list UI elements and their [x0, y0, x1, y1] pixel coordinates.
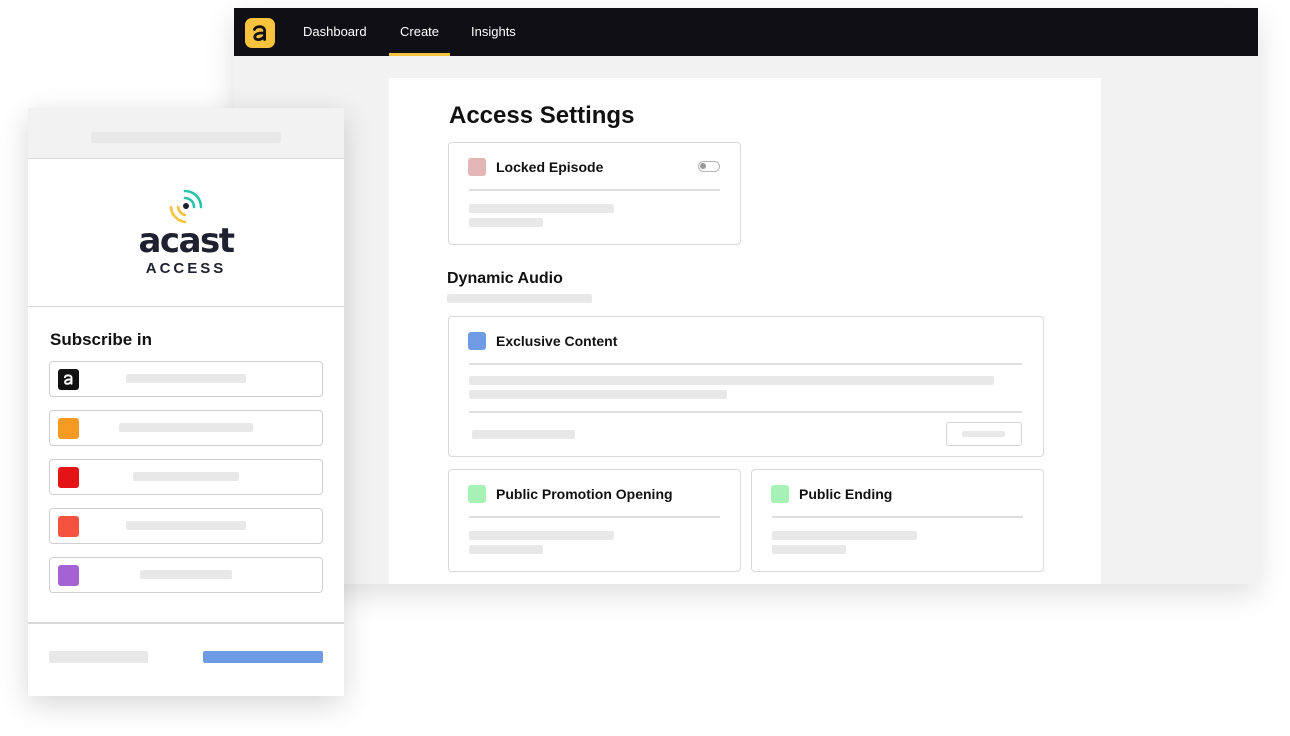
acast-wordmark: acast — [138, 221, 235, 261]
card-divider — [469, 516, 720, 518]
subscribe-option-5[interactable] — [49, 557, 323, 593]
placeholder-text — [469, 545, 543, 554]
placeholder-text — [126, 374, 246, 383]
nav-item-create[interactable]: Create — [388, 8, 451, 56]
placeholder-text — [49, 651, 148, 663]
placeholder-text — [772, 545, 846, 554]
acast-access-logo: acast ACCESS — [28, 159, 344, 307]
placeholder-text — [772, 531, 917, 540]
placeholder-text — [119, 423, 253, 432]
subscribe-option-2[interactable] — [49, 410, 323, 446]
subscribe-option-4[interactable] — [49, 508, 323, 544]
public-promotion-opening-label: Public Promotion Opening — [496, 486, 673, 502]
placeholder-text — [469, 390, 727, 399]
mobile-subscribe-window: acast ACCESS Subscribe in — [28, 108, 344, 696]
locked-episode-toggle[interactable] — [698, 161, 720, 172]
card-divider — [772, 516, 1023, 518]
exclusive-content-color-swatch — [468, 332, 486, 350]
placeholder-text — [469, 376, 994, 385]
public-promotion-opening-card: Public Promotion Opening — [448, 469, 741, 572]
top-navigation-bar: Dashboard Create Insights — [234, 8, 1258, 56]
placeholder-text — [140, 570, 232, 579]
placeholder-text — [469, 218, 543, 227]
placeholder-text — [469, 204, 614, 213]
nav-item-dashboard[interactable]: Dashboard — [303, 8, 367, 56]
locked-episode-color-swatch — [468, 158, 486, 176]
app-icon — [58, 516, 79, 537]
subscribe-option-3[interactable] — [49, 459, 323, 495]
acast-app-icon — [58, 369, 79, 390]
placeholder-text — [962, 431, 1005, 437]
exclusive-content-card: Exclusive Content — [448, 316, 1044, 457]
app-icon — [58, 418, 79, 439]
public-ending-card: Public Ending — [751, 469, 1044, 572]
placeholder-text — [472, 430, 575, 439]
mobile-primary-button[interactable] — [203, 651, 323, 663]
placeholder-text — [91, 132, 281, 143]
locked-episode-label: Locked Episode — [496, 159, 604, 175]
mobile-footer-divider — [28, 622, 344, 624]
app-icon — [58, 467, 79, 488]
acast-logo-icon[interactable] — [245, 18, 275, 48]
subscribe-title: Subscribe in — [50, 330, 153, 349]
public-ending-label: Public Ending — [799, 486, 893, 502]
card-divider — [469, 189, 720, 191]
page-title: Access Settings — [449, 102, 635, 129]
dynamic-audio-heading: Dynamic Audio — [447, 270, 563, 287]
exclusive-content-action-button[interactable] — [946, 422, 1022, 446]
desktop-app-window: Dashboard Create Insights Access Setting… — [234, 8, 1258, 584]
placeholder-text — [133, 472, 239, 481]
access-tagline: ACCESS — [145, 260, 227, 277]
placeholder-text — [126, 521, 246, 530]
subscribe-option-acast[interactable] — [49, 361, 323, 397]
card-divider — [469, 363, 1022, 365]
public-ending-color-swatch — [771, 485, 789, 503]
public-promotion-opening-color-swatch — [468, 485, 486, 503]
mobile-header — [28, 108, 344, 159]
app-icon — [58, 565, 79, 586]
locked-episode-card: Locked Episode — [448, 142, 741, 245]
exclusive-content-label: Exclusive Content — [496, 333, 618, 349]
nav-item-insights[interactable]: Insights — [471, 8, 516, 56]
settings-panel: Access Settings Locked Episode Dynamic A… — [389, 78, 1101, 584]
placeholder-text — [447, 294, 592, 303]
card-divider — [469, 411, 1022, 413]
placeholder-text — [469, 531, 614, 540]
